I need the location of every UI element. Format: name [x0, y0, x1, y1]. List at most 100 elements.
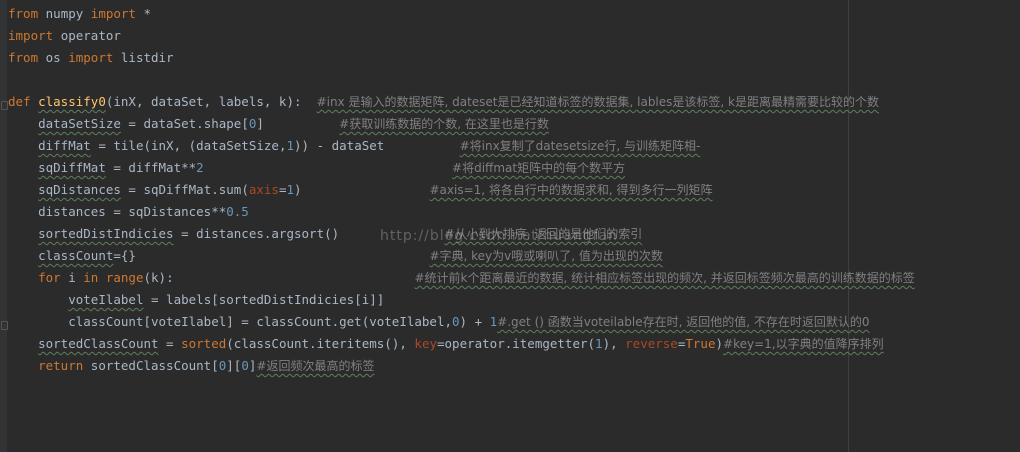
code-token: (classCount.iteritems(), [226, 336, 415, 351]
code-line[interactable]: import operator [8, 25, 915, 47]
code-token: sorted [181, 336, 227, 351]
code-token: diffMat [38, 138, 91, 153]
code-token: from [8, 6, 46, 21]
code-line[interactable]: classCount={} #字典, key为v哦或喇叭了, 值为出现的次数 [8, 245, 915, 267]
code-comment: #inx 是输入的数据矩阵, dateset是已经知道标签的数据集, lable… [316, 95, 879, 109]
code-token: = diffMat** [105, 160, 197, 175]
code-token: = [158, 336, 182, 351]
code-editor[interactable]: from numpy import * import operator from o… [0, 0, 1020, 452]
code-token: ), [602, 336, 626, 351]
code-token: 0.5 [226, 204, 249, 219]
code-line[interactable]: distances = sqDistances**0.5 [8, 201, 915, 223]
fold-marker-icon[interactable] [1, 101, 8, 110]
code-token: 0 [452, 314, 460, 329]
code-token: ) [715, 336, 724, 351]
code-token: = labels[sortedDistIndicies[i]] [143, 292, 385, 307]
code-token: in [83, 270, 106, 285]
code-token: listdir [120, 50, 174, 65]
code-line[interactable]: sortedClassCount = sorted(classCount.ite… [8, 333, 915, 355]
code-token: sqDiffMat [38, 160, 106, 175]
code-comment: #将diffmat矩阵中的每个数平方 [452, 161, 626, 175]
code-line[interactable]: def classify0(inX, dataSet, labels, k): … [8, 91, 915, 113]
code-token: ={} [113, 248, 430, 263]
code-line[interactable]: sqDistances = sqDiffMat.sum(axis=1) #axi… [8, 179, 915, 201]
code-token: classCount [38, 248, 114, 263]
code-token: dataSetSize [38, 116, 121, 131]
code-line[interactable] [8, 69, 915, 91]
editor-gutter[interactable] [0, 0, 8, 452]
watermark: http://blog.csdn.net/huangfan [380, 228, 618, 244]
code-token: for [38, 270, 69, 285]
code-token: = tile(inX, (dataSetSize, [90, 138, 287, 153]
code-token: ][ [226, 358, 242, 373]
code-comment: #获取训练数据的个数, 在这里也是行数 [339, 117, 549, 131]
code-token: 2 [196, 160, 204, 175]
code-line[interactable]: from os import listdir [8, 47, 915, 69]
code-token: ] [256, 116, 340, 131]
code-line[interactable]: voteIlabel = labels[sortedDistIndicies[i… [8, 289, 915, 311]
code-token: = dataSet.shape[ [120, 116, 249, 131]
code-comment: #统计前k个距离最近的数据, 统计相应标签出现的频次, 并返回标签频次最高的训练… [414, 271, 915, 285]
code-token: i [68, 270, 84, 285]
fold-marker-icon[interactable] [1, 321, 8, 330]
code-token: = sqDiffMat.sum( [120, 182, 249, 197]
code-token: ) + [459, 314, 490, 329]
code-token: import [8, 28, 61, 43]
code-token: key [414, 336, 437, 351]
code-token: 1 [286, 182, 295, 197]
code-line[interactable]: from numpy import * [8, 3, 915, 25]
code-comment: #key=1,以字典的值降序排列 [723, 337, 884, 351]
code-token: distances = sqDistances** [8, 204, 227, 219]
code-token: 1 [595, 336, 603, 351]
code-token: reverse [625, 336, 678, 351]
code-comment: #.get () 函数当voteilable存在时, 返回他的值, 不存在时返回… [497, 315, 870, 329]
code-comment: #将inx复制了datesetsize行, 与训练矩阵相- [459, 139, 701, 153]
code-token: os [45, 50, 69, 65]
code-token: classify0 [38, 94, 106, 109]
code-token: ) [294, 182, 430, 197]
code-line[interactable]: diffMat = tile(inX, (dataSetSize,1)) - d… [8, 135, 915, 157]
code-token: * [143, 6, 152, 21]
code-token: voteIlabel [68, 292, 144, 307]
code-line[interactable]: sqDiffMat = diffMat**2 #将diffmat矩阵中的每个数平… [8, 157, 915, 179]
code-line[interactable]: return sortedClassCount[0][0]#返回频次最高的标签 [8, 355, 915, 377]
code-token: from [8, 50, 46, 65]
code-token: classCount[voteIlabel] = classCount.get(… [8, 314, 453, 329]
code-line[interactable]: for i in range(k): #统计前k个距离最近的数据, 统计相应标签… [8, 267, 915, 289]
code-comment: #字典, key为v哦或喇叭了, 值为出现的次数 [429, 249, 663, 263]
code-token: axis [248, 182, 279, 197]
code-token: )) - dataSet [294, 138, 460, 153]
code-token: sqDistances [38, 182, 121, 197]
code-token: True [685, 336, 716, 351]
code-comment: #axis=1, 将各自行中的数据求和, 得到多行一列矩阵 [429, 183, 713, 197]
code-token: import [68, 50, 121, 65]
code-token: return [38, 358, 91, 373]
code-token: sortedClassCount [38, 336, 159, 351]
code-line[interactable]: dataSetSize = dataSet.shape[0] #获取训练数据的个… [8, 113, 915, 135]
code-token: (k): [143, 270, 415, 285]
code-token: (inX, dataSet, labels, k): [105, 94, 317, 109]
code-token: =operator.itemgetter( [437, 336, 596, 351]
code-token: 0 [241, 358, 249, 373]
code-token: sortedDistIndicies [38, 226, 174, 241]
code-token: range [105, 270, 144, 285]
code-token: operator [60, 28, 121, 43]
code-comment: #返回频次最高的标签 [256, 359, 375, 373]
code-token: import [90, 6, 144, 21]
code-area[interactable]: from numpy import * import operator from o… [8, 3, 915, 377]
code-token: def [8, 94, 39, 109]
code-token: numpy [45, 6, 91, 21]
code-line[interactable]: classCount[voteIlabel] = classCount.get(… [8, 311, 915, 333]
code-token: 1 [286, 138, 294, 153]
code-token: sortedClassCount[ [90, 358, 219, 373]
